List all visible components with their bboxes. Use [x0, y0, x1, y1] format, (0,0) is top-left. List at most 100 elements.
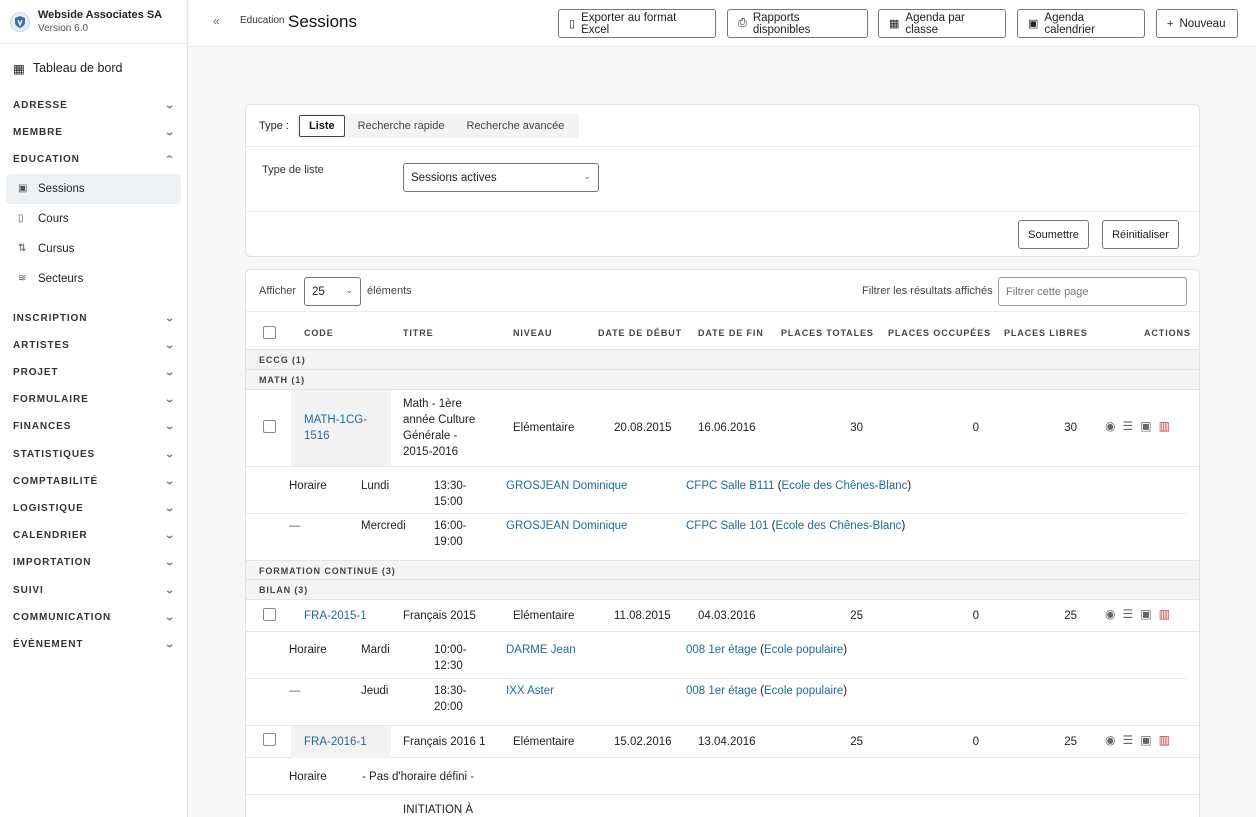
filter-page-input[interactable]: Filtrer cette page: [998, 277, 1187, 306]
select-all-checkbox[interactable]: [263, 326, 276, 339]
table-row: INITIATION À: [246, 795, 1199, 817]
sidebar-section-label: ARTISTES: [13, 339, 70, 351]
tab-recherche-rapide[interactable]: Recherche rapide: [349, 116, 454, 136]
schedule-day: Mercredi: [361, 520, 406, 532]
reports-button[interactable]: ⎙ Rapports disponibles: [727, 9, 868, 38]
breadcrumb[interactable]: Education: [240, 15, 284, 26]
col-titre[interactable]: TITRE: [403, 328, 434, 338]
col-date-debut[interactable]: DATE DE DÉBUT: [598, 328, 682, 338]
sidebar-section-adresse[interactable]: ADRESSE ⌄: [0, 92, 187, 119]
header: « Education Sessions ▯ Exporter au format…: [189, 0, 1256, 47]
list-icon[interactable]: ☰: [1122, 733, 1133, 747]
chevron-down-icon: ⌄: [583, 171, 591, 181]
sidebar-section-artistes[interactable]: ARTISTES ⌄: [0, 332, 187, 359]
session-title: Français 2016 1: [403, 736, 486, 748]
sidebar-item-cursus[interactable]: ⇅ Cursus: [6, 234, 181, 264]
calendar-icon[interactable]: ▣: [1140, 419, 1151, 433]
calendar-icon[interactable]: ▣: [1140, 607, 1151, 621]
eye-icon[interactable]: ◉: [1105, 607, 1115, 621]
trash-icon[interactable]: ▥: [1159, 607, 1170, 621]
school-link[interactable]: Ecole populaire: [764, 644, 843, 656]
school-link[interactable]: Ecole des Chênes-Blanc: [781, 480, 907, 492]
sidebar-section-communication[interactable]: COMMUNICATION ⌄: [0, 604, 187, 631]
eye-icon[interactable]: ◉: [1105, 733, 1115, 747]
tab-recherche-avancee[interactable]: Recherche avancée: [458, 116, 574, 136]
places-occupied: 0: [972, 610, 979, 622]
session-title: INITIATION À: [403, 804, 474, 816]
submit-button[interactable]: Soumettre: [1018, 220, 1089, 249]
agenda-calendar-button[interactable]: ▣ Agenda calendrier: [1017, 9, 1145, 38]
collapse-sidebar-icon[interactable]: «: [213, 14, 220, 28]
col-places-totales[interactable]: PLACES TOTALES: [781, 328, 874, 338]
sidebar-section-finances[interactable]: FINANCES ⌄: [0, 413, 187, 440]
row-checkbox[interactable]: [263, 420, 276, 433]
export-excel-button[interactable]: ▯ Exporter au format Excel: [558, 9, 716, 38]
teacher-link[interactable]: GROSJEAN Dominique: [506, 478, 627, 494]
room-link[interactable]: CFPC Salle 101: [686, 520, 768, 532]
col-places-occupees[interactable]: PLACES OCCUPÉES: [888, 328, 991, 338]
col-niveau[interactable]: NIVEAU: [513, 328, 552, 338]
sidebar-section-logistique[interactable]: LOGISTIQUE ⌄: [0, 495, 187, 522]
sidebar-section-membre[interactable]: MEMBRE ⌄: [0, 119, 187, 146]
sidebar-section-formulaire[interactable]: FORMULAIRE ⌄: [0, 386, 187, 413]
sidebar-section-calendrier[interactable]: CALENDRIER ⌄: [0, 522, 187, 549]
room-link[interactable]: 008 1er étage: [686, 644, 757, 656]
schedule-row: Horaire - Pas d'horaire défini -: [246, 758, 1199, 795]
sidebar-section-education[interactable]: EDUCATION ⌃: [0, 146, 187, 173]
list-icon[interactable]: ☰: [1122, 419, 1133, 433]
col-code[interactable]: CODE: [304, 328, 334, 338]
sidebar-section-statistiques[interactable]: STATISTIQUES ⌄: [0, 441, 187, 468]
sidebar-item-secteurs[interactable]: ≋ Secteurs: [6, 264, 181, 294]
chevron-down-icon: ⌄: [163, 367, 176, 378]
sidebar-item-cours[interactable]: ▯ Cours: [6, 204, 181, 234]
row-checkbox[interactable]: [263, 608, 276, 621]
sidebar-section-label: SUIVI: [13, 584, 44, 596]
session-code-link[interactable]: MATH-1CG-1516: [304, 412, 378, 444]
file-icon: ▯: [569, 18, 576, 30]
tab-liste[interactable]: Liste: [298, 114, 345, 137]
reset-button[interactable]: Réinitialiser: [1102, 220, 1179, 249]
table-row: FRA-2015-1 Français 2015 Elémentaire 11.…: [246, 600, 1199, 632]
room-link[interactable]: 008 1er étage: [686, 685, 757, 697]
teacher-link[interactable]: GROSJEAN Dominique: [506, 518, 627, 534]
col-places-libres[interactable]: PLACES LIBRES: [1004, 328, 1088, 338]
schedule-row: — Mercredi 16:00- 19:00 GROSJEAN Dominiq…: [246, 514, 1187, 560]
eye-icon[interactable]: ◉: [1105, 419, 1115, 433]
new-button[interactable]: + Nouveau: [1156, 9, 1238, 38]
row-checkbox[interactable]: [263, 733, 276, 746]
list-icon[interactable]: ☰: [1122, 607, 1133, 621]
session-end: 13.04.2016: [698, 736, 756, 748]
agenda-class-button[interactable]: ▦ Agenda par classe: [878, 9, 1006, 38]
trash-icon[interactable]: ▥: [1159, 733, 1170, 747]
sidebar-item-dashboard[interactable]: ▦ Tableau de bord: [0, 44, 187, 92]
schedule-dash: —: [289, 520, 301, 532]
logo-icon: [10, 11, 30, 32]
list-type-select[interactable]: Sessions actives ⌄: [403, 163, 599, 192]
schedule-row: Horaire Lundi 13:30- 15:00 GROSJEAN Domi…: [246, 467, 1187, 514]
session-code-link[interactable]: FRA-2015-1: [304, 608, 367, 624]
school-link[interactable]: Ecole des Chênes-Blanc: [776, 520, 902, 532]
page-title: Sessions: [288, 12, 357, 31]
teacher-link[interactable]: DARME Jean: [506, 642, 576, 658]
sidebar-section-evenement[interactable]: ÉVÈNEMENT ⌄: [0, 631, 187, 658]
chevron-down-icon: ⌄: [163, 530, 176, 541]
sidebar-section-projet[interactable]: PROJET ⌄: [0, 359, 187, 386]
sidebar-section-comptabilite[interactable]: COMPTABILITÉ ⌄: [0, 468, 187, 495]
page-size-select[interactable]: 25 ⌄: [304, 277, 361, 306]
school-link[interactable]: Ecole populaire: [764, 685, 843, 697]
col-date-fin[interactable]: DATE DE FIN: [698, 328, 764, 338]
calendar-icon[interactable]: ▣: [1140, 733, 1151, 747]
col-actions: ACTIONS: [1144, 328, 1191, 338]
teacher-link[interactable]: IXX Aster: [506, 683, 554, 699]
sidebar-section-inscription[interactable]: INSCRIPTION ⌄: [0, 305, 187, 332]
chevron-down-icon: ⌄: [163, 339, 176, 350]
input-placeholder: Filtrer cette page: [1006, 285, 1089, 298]
sidebar-section-importation[interactable]: IMPORTATION ⌄: [0, 549, 187, 576]
sidebar-item-sessions[interactable]: ▣ Sessions: [6, 173, 181, 204]
trash-icon[interactable]: ▥: [1159, 419, 1170, 433]
session-code-link[interactable]: FRA-2016-1: [304, 734, 367, 750]
sidebar-section-label: FINANCES: [13, 421, 72, 433]
code-cell: FRA-2016-1: [291, 726, 391, 758]
room-link[interactable]: CFPC Salle B111: [686, 480, 774, 492]
sidebar-section-suivi[interactable]: SUIVI ⌄: [0, 576, 187, 603]
